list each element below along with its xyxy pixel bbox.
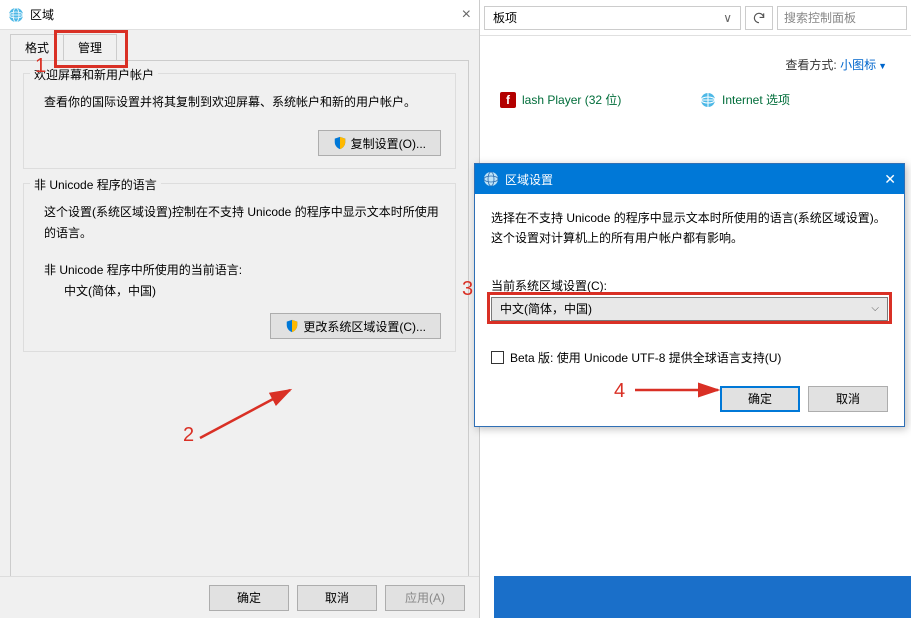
locale-body: 选择在不支持 Unicode 的程序中显示文本时所使用的语言(系统区域设置)。这… xyxy=(475,194,904,426)
region-titlebar: 区域 × xyxy=(0,0,479,30)
unicode-group: 非 Unicode 程序的语言 这个设置(系统区域设置)控制在不支持 Unico… xyxy=(23,183,456,352)
welcome-group-desc: 查看你的国际设置并将其复制到欢迎屏幕、系统帐户和新的用户帐户。 xyxy=(44,92,439,112)
chevron-down-icon: ⌵ xyxy=(871,303,879,314)
cancel-button[interactable]: 取消 xyxy=(297,585,377,611)
copy-settings-label: 复制设置(O)... xyxy=(351,135,426,152)
globe-icon xyxy=(483,171,499,187)
locale-dropdown[interactable]: 中文(简体，中国) ⌵ xyxy=(491,297,888,321)
locale-dialog: 区域设置 ✕ 选择在不支持 Unicode 的程序中显示文本时所使用的语言(系统… xyxy=(474,163,905,427)
ok-button[interactable]: 确定 xyxy=(209,585,289,611)
control-panel-toolbar: 板项 ∨ 搜索控制面板 xyxy=(480,0,911,36)
unicode-group-desc: 这个设置(系统区域设置)控制在不支持 Unicode 的程序中显示文本时所使用的… xyxy=(44,202,439,243)
shield-icon xyxy=(285,319,299,333)
view-by-value[interactable]: 小图标 xyxy=(840,58,876,72)
cp-item-label: lash Player (32 位) xyxy=(522,91,621,108)
utf8-checkbox-label: Beta 版: 使用 Unicode UTF-8 提供全球语言支持(U) xyxy=(510,349,781,366)
breadcrumb-text: 板项 xyxy=(493,9,517,26)
view-by-row: 查看方式: 小图标▼ xyxy=(480,36,911,81)
region-title: 区域 xyxy=(30,6,441,23)
welcome-group-title: 欢迎屏幕和新用户帐户 xyxy=(30,66,158,83)
globe-icon xyxy=(8,7,24,23)
tab-body: 欢迎屏幕和新用户帐户 查看你的国际设置并将其复制到欢迎屏幕、系统帐户和新的用户帐… xyxy=(10,60,469,596)
breadcrumb-chevron-icon[interactable]: ∨ xyxy=(723,11,732,25)
refresh-icon xyxy=(752,11,766,25)
welcome-group: 欢迎屏幕和新用户帐户 查看你的国际设置并将其复制到欢迎屏幕、系统帐户和新的用户帐… xyxy=(23,73,456,169)
view-by-label: 查看方式: xyxy=(785,58,836,72)
cp-item-internet[interactable]: Internet 选项 xyxy=(700,91,900,108)
unicode-group-title: 非 Unicode 程序的语言 xyxy=(30,176,161,193)
control-panel-items: f lash Player (32 位) Internet 选项 xyxy=(480,81,911,114)
locale-title: 区域设置 xyxy=(505,171,856,188)
flash-icon: f xyxy=(500,92,516,108)
search-input[interactable]: 搜索控制面板 xyxy=(777,6,907,30)
shield-icon xyxy=(333,136,347,150)
apply-button[interactable]: 应用(A) xyxy=(385,585,465,611)
tab-format[interactable]: 格式 xyxy=(10,34,64,60)
breadcrumb-bar[interactable]: 板项 ∨ xyxy=(484,6,741,30)
refresh-button[interactable] xyxy=(745,6,773,30)
close-button[interactable]: × xyxy=(441,6,471,24)
cp-item-flash[interactable]: f lash Player (32 位) xyxy=(500,91,700,108)
chevron-down-icon: ▼ xyxy=(878,61,887,71)
search-placeholder: 搜索控制面板 xyxy=(784,9,856,26)
region-dialog-buttons: 确定 取消 应用(A) xyxy=(0,576,479,618)
locale-dropdown-label: 当前系统区域设置(C): xyxy=(491,277,888,294)
utf8-checkbox-row[interactable]: Beta 版: 使用 Unicode UTF-8 提供全球语言支持(U) xyxy=(491,349,888,366)
region-dialog: 区域 × 格式 管理 欢迎屏幕和新用户帐户 查看你的国际设置并将其复制到欢迎屏幕… xyxy=(0,0,480,618)
taskbar xyxy=(494,576,911,618)
current-locale-label: 非 Unicode 程序中所使用的当前语言: xyxy=(44,261,439,278)
current-locale-value: 中文(简体，中国) xyxy=(64,282,439,299)
locale-titlebar: 区域设置 ✕ xyxy=(475,164,904,194)
ok-button[interactable]: 确定 xyxy=(720,386,800,412)
locale-desc: 选择在不支持 Unicode 的程序中显示文本时所使用的语言(系统区域设置)。这… xyxy=(491,208,888,249)
utf8-checkbox[interactable] xyxy=(491,351,504,364)
internet-icon xyxy=(700,92,716,108)
tab-strip: 格式 管理 xyxy=(0,30,479,60)
copy-settings-button[interactable]: 复制设置(O)... xyxy=(318,130,441,156)
change-locale-label: 更改系统区域设置(C)... xyxy=(303,318,426,335)
tab-manage[interactable]: 管理 xyxy=(63,34,117,60)
locale-dialog-buttons: 确定 取消 xyxy=(491,386,888,412)
close-button[interactable]: ✕ xyxy=(856,171,896,188)
cp-item-label: Internet 选项 xyxy=(722,91,790,108)
locale-dropdown-value: 中文(简体，中国) xyxy=(500,300,592,317)
cancel-button[interactable]: 取消 xyxy=(808,386,888,412)
change-locale-button[interactable]: 更改系统区域设置(C)... xyxy=(270,313,441,339)
